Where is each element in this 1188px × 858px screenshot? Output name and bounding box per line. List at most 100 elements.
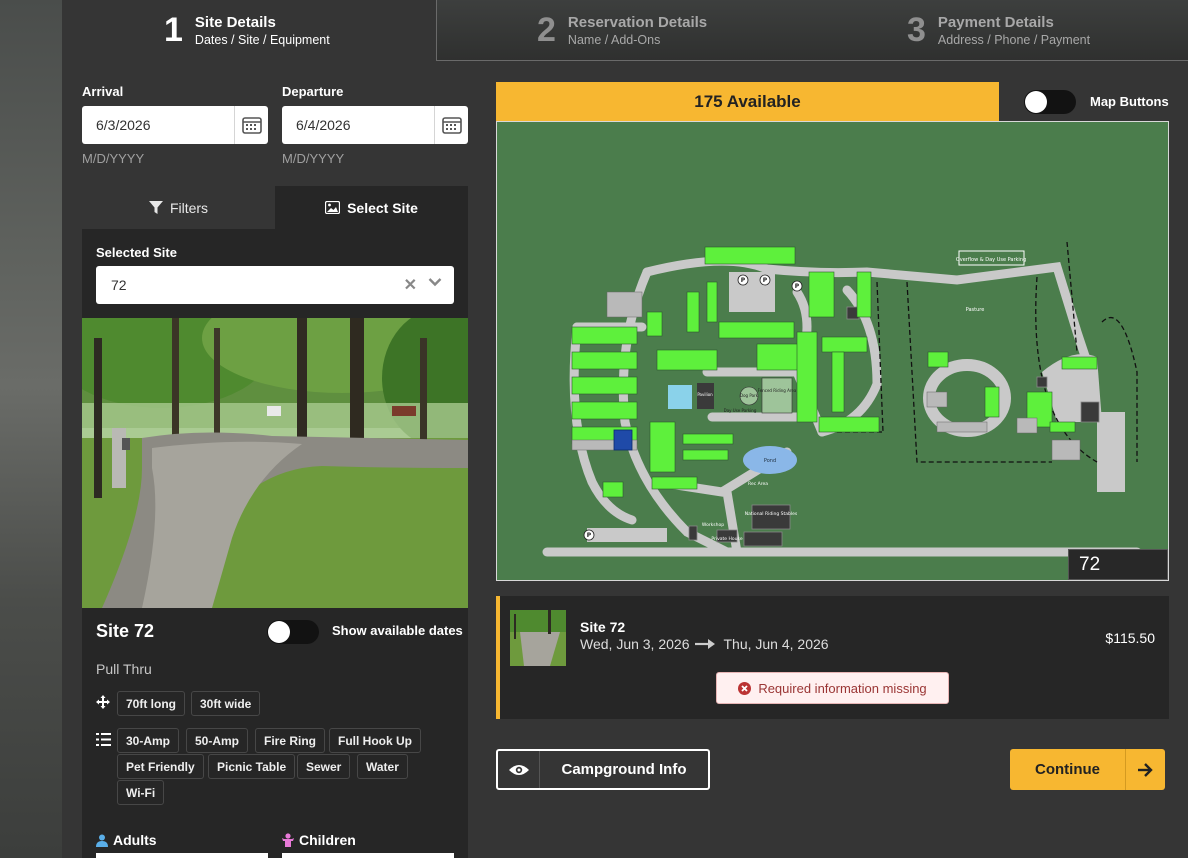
map-parking-label: P bbox=[587, 532, 592, 539]
clear-icon[interactable]: ✕ bbox=[404, 275, 417, 295]
map-graphic: Overflow & Day Use Parking Pasture Pond … bbox=[542, 241, 1142, 557]
image-icon bbox=[325, 201, 341, 214]
cart-price: $115.50 bbox=[1105, 630, 1155, 646]
children-label-text: Children bbox=[299, 832, 356, 848]
step-title: Reservation Details bbox=[567, 14, 708, 31]
departure-format-hint: M/D/YYYY bbox=[282, 151, 345, 166]
map-pond-label: Pond bbox=[764, 458, 776, 464]
map-dog-park-label: Dog Park bbox=[740, 393, 759, 398]
dimension-chip: 30ft wide bbox=[191, 691, 261, 716]
children-label: Children bbox=[282, 832, 356, 848]
move-icon bbox=[96, 695, 110, 714]
campground-map[interactable]: Overflow & Day Use Parking Pasture Pond … bbox=[496, 121, 1169, 581]
map-overflow-label: Overflow & Day Use Parking bbox=[956, 257, 1026, 263]
step-progress: 1 Site Details Dates / Site / Equipment … bbox=[62, 0, 1188, 61]
map-buttons-toggle[interactable] bbox=[1024, 90, 1076, 114]
tab-filters[interactable]: Filters bbox=[82, 186, 275, 229]
map-stables-label: National Riding Stables bbox=[745, 511, 798, 517]
continue-label: Continue bbox=[1035, 761, 1100, 778]
map-selected-site[interactable] bbox=[613, 429, 633, 451]
map-parking-label: P bbox=[741, 277, 746, 284]
departure-date-value[interactable]: 6/4/2026 bbox=[282, 106, 434, 144]
map-pasture-label: Pasture bbox=[966, 307, 985, 313]
site-type: Pull Thru bbox=[96, 661, 152, 677]
amenity-chip: Picnic Table bbox=[208, 754, 296, 779]
required-info-warning: Required information missing bbox=[716, 672, 949, 704]
adults-label: Adults bbox=[96, 832, 157, 848]
background-photo-strip bbox=[0, 0, 62, 858]
map-workshop-label: Workshop bbox=[702, 522, 724, 528]
site-select-dropdown[interactable]: 72 ✕ bbox=[96, 266, 454, 304]
continue-button[interactable]: Continue bbox=[1010, 749, 1165, 790]
adults-label-text: Adults bbox=[113, 832, 157, 848]
arrival-label: Arrival bbox=[82, 84, 124, 99]
cart-item: Site 72 Wed, Jun 3, 2026 Thu, Jun 4, 202… bbox=[496, 596, 1169, 719]
step-subtitle: Dates / Site / Equipment bbox=[194, 33, 330, 47]
selected-site-label: Selected Site bbox=[96, 245, 177, 260]
show-dates-label: Show available dates bbox=[332, 623, 463, 638]
cart-site-name: Site 72 bbox=[580, 619, 626, 635]
error-icon bbox=[738, 681, 752, 695]
adults-stepper[interactable] bbox=[96, 853, 268, 858]
cart-from-date: Wed, Jun 3, 2026 bbox=[580, 636, 690, 652]
show-dates-toggle[interactable] bbox=[267, 620, 319, 644]
cart-dates: Wed, Jun 3, 2026 Thu, Jun 4, 2026 bbox=[580, 636, 829, 652]
step-title: Site Details bbox=[194, 14, 276, 31]
steps-inactive-group: 2 Reservation Details Name / Add-Ons 3 P… bbox=[436, 0, 1188, 61]
map-parking-label: P bbox=[763, 277, 768, 284]
children-stepper[interactable] bbox=[282, 853, 454, 858]
site-name: Site 72 bbox=[96, 621, 155, 641]
eye-icon bbox=[498, 751, 540, 788]
amenity-chip: Full Hook Up bbox=[329, 728, 421, 753]
map-private-house-label: Private House bbox=[711, 536, 742, 542]
cart-site-thumbnail bbox=[510, 610, 566, 666]
adult-icon bbox=[96, 834, 108, 847]
booking-panel: 1 Site Details Dates / Site / Equipment … bbox=[62, 0, 1188, 858]
arrow-right-icon bbox=[695, 639, 716, 649]
amenity-chip: Sewer bbox=[297, 754, 351, 779]
site-photo bbox=[82, 318, 468, 608]
map-site-number: 72 bbox=[1068, 549, 1168, 580]
step-subtitle: Address / Phone / Payment bbox=[937, 33, 1091, 47]
toggle-knob bbox=[268, 621, 290, 643]
dimension-chip: 70ft long bbox=[117, 691, 185, 716]
step-number: 2 bbox=[537, 11, 556, 49]
amenity-chip: Fire Ring bbox=[255, 728, 326, 753]
chevron-down-icon[interactable] bbox=[428, 274, 442, 290]
list-icon bbox=[96, 733, 111, 751]
step-subtitle: Name / Add-Ons bbox=[567, 33, 661, 47]
amenity-chip: Wi-Fi bbox=[117, 780, 165, 805]
arrival-date-value[interactable]: 6/3/2026 bbox=[82, 106, 234, 144]
departure-date-field[interactable]: 6/4/2026 bbox=[282, 106, 468, 144]
tab-filters-label: Filters bbox=[169, 199, 209, 216]
select-site-panel: Selected Site 72 ✕ Site 72 Show availabl… bbox=[82, 229, 468, 858]
arrow-right-icon bbox=[1125, 749, 1165, 790]
calendar-icon[interactable] bbox=[434, 106, 468, 144]
step-number: 3 bbox=[907, 11, 926, 49]
step-reservation-details[interactable]: 2 Reservation Details Name / Add-Ons bbox=[537, 0, 707, 61]
cart-to-date: Thu, Jun 4, 2026 bbox=[723, 636, 829, 652]
arrival-format-hint: M/D/YYYY bbox=[82, 151, 145, 166]
map-buttons-label: Map Buttons bbox=[1090, 94, 1169, 109]
child-icon bbox=[282, 833, 294, 847]
calendar-icon[interactable] bbox=[234, 106, 268, 144]
site-select-value: 72 bbox=[111, 277, 127, 293]
tab-select-site[interactable]: Select Site bbox=[275, 186, 468, 229]
map-day-use-label: Day Use Parking bbox=[724, 408, 757, 413]
map-rec-area-label: Rec Area bbox=[748, 481, 768, 487]
warning-text: Required information missing bbox=[758, 680, 927, 696]
map-pavilion-label: Pavilion bbox=[697, 392, 713, 397]
departure-label: Departure bbox=[282, 84, 344, 99]
step-number: 1 bbox=[164, 11, 183, 49]
filter-icon bbox=[148, 200, 163, 214]
step-site-details[interactable]: 1 Site Details Dates / Site / Equipment bbox=[62, 0, 436, 61]
step-payment-details[interactable]: 3 Payment Details Address / Phone / Paym… bbox=[907, 0, 1090, 61]
campground-info-label: Campground Info bbox=[561, 761, 687, 778]
availability-banner: 175 Available bbox=[496, 82, 999, 121]
site-tabs: Filters Select Site bbox=[82, 186, 468, 229]
campground-info-button[interactable]: Campground Info bbox=[496, 749, 710, 790]
tab-select-site-label: Select Site bbox=[347, 199, 418, 216]
toggle-knob bbox=[1025, 91, 1047, 113]
amenity-chip: 50-Amp bbox=[186, 728, 249, 753]
arrival-date-field[interactable]: 6/3/2026 bbox=[82, 106, 268, 144]
